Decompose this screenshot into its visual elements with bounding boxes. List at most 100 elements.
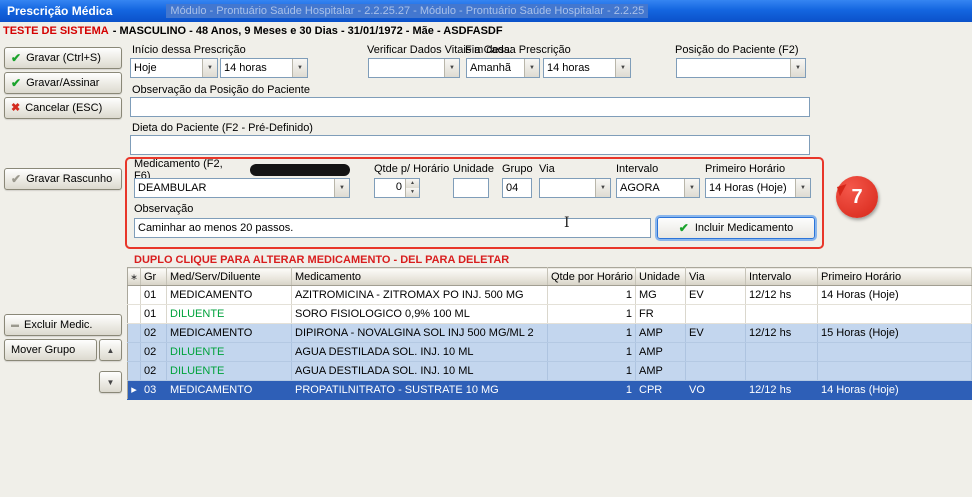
cell-gr[interactable]: 01 xyxy=(141,286,167,305)
cell-tipo[interactable]: DILUENTE xyxy=(167,305,292,324)
table-row[interactable]: 02MEDICAMENTODIPIRONA - NOVALGINA SOL IN… xyxy=(128,324,972,343)
obs-posicao-input[interactable] xyxy=(130,97,810,117)
cell-primeiro[interactable]: 14 Horas (Hoje) xyxy=(818,286,972,305)
dropdown-arrow-icon[interactable]: ▼ xyxy=(524,59,539,77)
column-header-5[interactable]: Via xyxy=(686,268,746,286)
cell-med[interactable]: AGUA DESTILADA SOL. INJ. 10 ML xyxy=(292,343,548,362)
cell-primeiro[interactable]: 15 Horas (Hoje) xyxy=(818,324,972,343)
save-draft-button[interactable]: ✔ Gravar Rascunho xyxy=(4,168,122,190)
primeiro-horario-select[interactable]: 14 Horas (Hoje) ▼ xyxy=(705,178,811,198)
table-row[interactable]: 02DILUENTEAGUA DESTILADA SOL. INJ. 10 ML… xyxy=(128,343,972,362)
cell-intervalo[interactable] xyxy=(746,362,818,381)
cell-tipo[interactable]: MEDICAMENTO xyxy=(167,286,292,305)
cell-gr[interactable]: 02 xyxy=(141,324,167,343)
stepper-up-icon[interactable]: ▲ xyxy=(406,179,419,188)
fim-day-select[interactable]: Amanhã ▼ xyxy=(466,58,540,78)
cell-via[interactable] xyxy=(686,343,746,362)
posicao-paciente-select[interactable]: ▼ xyxy=(676,58,806,78)
intervalo-select[interactable]: AGORA ▼ xyxy=(616,178,700,198)
column-header-3[interactable]: Qtde por Horário xyxy=(548,268,636,286)
cell-via[interactable] xyxy=(686,362,746,381)
delete-medication-button[interactable]: ▬ Excluir Medic. xyxy=(4,314,122,336)
cell-via[interactable]: EV xyxy=(686,324,746,343)
move-group-up-button[interactable]: ▲ xyxy=(99,339,122,361)
table-row[interactable]: 02DILUENTEAGUA DESTILADA SOL. INJ. 10 ML… xyxy=(128,362,972,381)
cell-med[interactable]: AGUA DESTILADA SOL. INJ. 10 ML xyxy=(292,362,548,381)
cell-tipo[interactable]: DILUENTE xyxy=(167,343,292,362)
cell-med[interactable]: SORO FISIOLOGICO 0,9% 100 ML xyxy=(292,305,548,324)
dropdown-arrow-icon[interactable]: ▼ xyxy=(292,59,307,77)
cell-tipo[interactable]: MEDICAMENTO xyxy=(167,381,292,400)
table-row[interactable]: 01MEDICAMENTOAZITROMICINA - ZITROMAX PO … xyxy=(128,286,972,305)
cell-unidade[interactable]: MG xyxy=(636,286,686,305)
cell-unidade[interactable]: AMP xyxy=(636,343,686,362)
cell-intervalo[interactable]: 12/12 hs xyxy=(746,324,818,343)
verificar-dados-vitais-select[interactable]: ▼ xyxy=(368,58,460,78)
cell-med[interactable]: DIPIRONA - NOVALGINA SOL INJ 500 MG/ML 2 xyxy=(292,324,548,343)
cell-tipo[interactable]: MEDICAMENTO xyxy=(167,324,292,343)
column-header-1[interactable]: Med/Serv/Diluente xyxy=(167,268,292,286)
dropdown-arrow-icon[interactable]: ▼ xyxy=(615,59,630,77)
observacao-input[interactable] xyxy=(134,218,651,238)
dropdown-arrow-icon[interactable]: ▼ xyxy=(790,59,805,77)
cell-intervalo[interactable] xyxy=(746,343,818,362)
inicio-time-select[interactable]: 14 horas ▼ xyxy=(220,58,308,78)
cancel-button[interactable]: ✖ Cancelar (ESC) xyxy=(4,97,122,119)
cell-unidade[interactable]: FR xyxy=(636,305,686,324)
move-group-down-button[interactable]: ▼ xyxy=(99,371,122,393)
column-header-4[interactable]: Unidade xyxy=(636,268,686,286)
cell-qtde[interactable]: 1 xyxy=(548,324,636,343)
dropdown-arrow-icon[interactable]: ▼ xyxy=(444,59,459,77)
cell-primeiro[interactable] xyxy=(818,305,972,324)
unidade-field[interactable] xyxy=(453,178,489,198)
cell-intervalo[interactable]: 12/12 hs xyxy=(746,381,818,400)
column-header-0[interactable]: Gr xyxy=(141,268,167,286)
cell-tipo[interactable]: DILUENTE xyxy=(167,362,292,381)
dropdown-arrow-icon[interactable]: ▼ xyxy=(795,179,810,197)
dropdown-arrow-icon[interactable]: ▼ xyxy=(684,179,699,197)
cell-gr[interactable]: 03 xyxy=(141,381,167,400)
inicio-day-select[interactable]: Hoje ▼ xyxy=(130,58,218,78)
via-select[interactable]: ▼ xyxy=(539,178,611,198)
qtde-horario-stepper[interactable]: 0 ▲ ▼ xyxy=(374,178,420,198)
cell-primeiro[interactable] xyxy=(818,343,972,362)
table-row[interactable]: ▸03MEDICAMENTOPROPATILNITRATO - SUSTRATE… xyxy=(128,381,972,400)
column-header-7[interactable]: Primeiro Horário xyxy=(818,268,972,286)
grupo-field[interactable]: 04 xyxy=(502,178,532,198)
cell-via[interactable] xyxy=(686,305,746,324)
cell-via[interactable]: EV xyxy=(686,286,746,305)
cell-qtde[interactable]: 1 xyxy=(548,305,636,324)
dropdown-arrow-icon[interactable]: ▼ xyxy=(595,179,610,197)
cell-gr[interactable]: 01 xyxy=(141,305,167,324)
dropdown-arrow-icon[interactable]: ▼ xyxy=(334,179,349,197)
cell-via[interactable]: VO xyxy=(686,381,746,400)
fim-time-select[interactable]: 14 horas ▼ xyxy=(543,58,631,78)
cell-gr[interactable]: 02 xyxy=(141,343,167,362)
cell-intervalo[interactable] xyxy=(746,305,818,324)
column-header-6[interactable]: Intervalo xyxy=(746,268,818,286)
cell-primeiro[interactable] xyxy=(818,362,972,381)
move-group-button[interactable]: Mover Grupo xyxy=(4,339,97,361)
cell-qtde[interactable]: 1 xyxy=(548,381,636,400)
cell-med[interactable]: AZITROMICINA - ZITROMAX PO INJ. 500 MG xyxy=(292,286,548,305)
save-button[interactable]: ✔ Gravar (Ctrl+S) xyxy=(4,47,122,69)
cell-unidade[interactable]: CPR xyxy=(636,381,686,400)
cell-qtde[interactable]: 1 xyxy=(548,362,636,381)
column-header-2[interactable]: Medicamento xyxy=(292,268,548,286)
stepper-down-icon[interactable]: ▼ xyxy=(406,188,419,197)
cell-med[interactable]: PROPATILNITRATO - SUSTRATE 10 MG xyxy=(292,381,548,400)
cell-unidade[interactable]: AMP xyxy=(636,324,686,343)
table-row[interactable]: 01DILUENTESORO FISIOLOGICO 0,9% 100 ML1F… xyxy=(128,305,972,324)
incluir-medicamento-button[interactable]: ✔ Incluir Medicamento xyxy=(657,217,815,239)
cell-unidade[interactable]: AMP xyxy=(636,362,686,381)
titlebar[interactable]: Prescrição Médica Módulo - Prontuário Sa… xyxy=(0,0,972,22)
cell-intervalo[interactable]: 12/12 hs xyxy=(746,286,818,305)
save-sign-button[interactable]: ✔ Gravar/Assinar xyxy=(4,72,122,94)
cell-primeiro[interactable]: 14 Horas (Hoje) xyxy=(818,381,972,400)
medicamento-select[interactable]: DEAMBULAR ▼ xyxy=(134,178,350,198)
dropdown-arrow-icon[interactable]: ▼ xyxy=(202,59,217,77)
dieta-input[interactable] xyxy=(130,135,810,155)
cell-gr[interactable]: 02 xyxy=(141,362,167,381)
cell-qtde[interactable]: 1 xyxy=(548,343,636,362)
cell-qtde[interactable]: 1 xyxy=(548,286,636,305)
